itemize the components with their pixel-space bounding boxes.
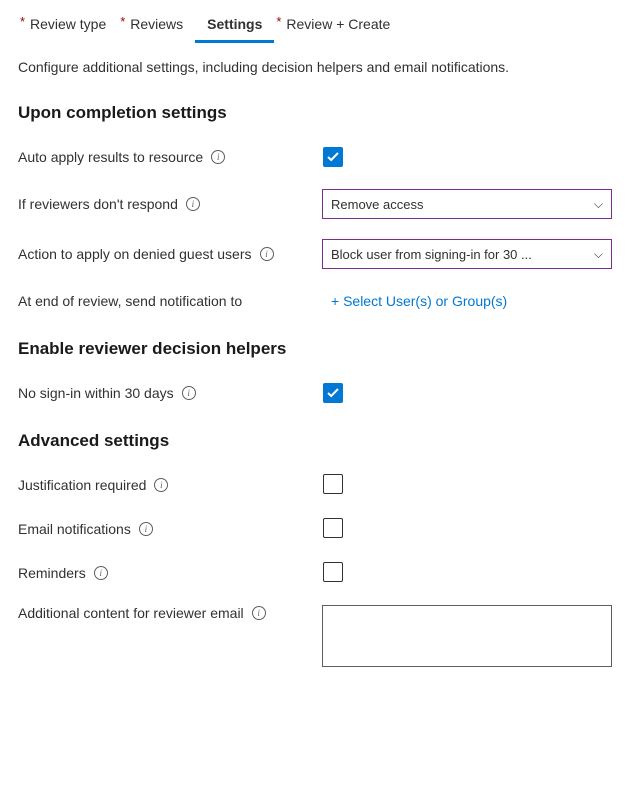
label-no-respond: If reviewers don't respond <box>18 196 178 212</box>
required-asterisk: * <box>120 14 125 29</box>
dropdown-value: Remove access <box>331 197 423 212</box>
tab-review-type[interactable]: * Review type <box>18 10 118 43</box>
info-icon[interactable]: i <box>182 386 196 400</box>
checkbox-no-signin[interactable] <box>323 383 343 403</box>
tab-label: Review type <box>30 16 106 32</box>
tab-review-create[interactable]: * Review + Create <box>274 10 402 43</box>
info-icon[interactable]: i <box>186 197 200 211</box>
chevron-down-icon: ⌵ <box>594 197 603 212</box>
tab-settings[interactable]: Settings <box>195 10 274 43</box>
info-icon[interactable]: i <box>94 566 108 580</box>
tab-label: Settings <box>207 16 262 32</box>
label-end-notify: At end of review, send notification to <box>18 293 242 309</box>
section-helpers-title: Enable reviewer decision helpers <box>18 339 612 359</box>
info-icon[interactable]: i <box>139 522 153 536</box>
label-additional-content: Additional content for reviewer email <box>18 605 244 621</box>
checkbox-justification[interactable] <box>323 474 343 494</box>
intro-text: Configure additional settings, including… <box>18 59 612 75</box>
checkbox-auto-apply[interactable] <box>323 147 343 167</box>
section-advanced-title: Advanced settings <box>18 431 612 451</box>
label-no-signin: No sign-in within 30 days <box>18 385 174 401</box>
tab-bar: * Review type * Reviews Settings * Revie… <box>18 10 612 43</box>
info-icon[interactable]: i <box>211 150 225 164</box>
chevron-down-icon: ⌵ <box>594 247 603 262</box>
info-icon[interactable]: i <box>252 606 266 620</box>
label-email-notif: Email notifications <box>18 521 131 537</box>
label-justification: Justification required <box>18 477 146 493</box>
select-users-link[interactable]: + Select User(s) or Group(s) <box>323 293 507 309</box>
checkbox-reminders[interactable] <box>323 562 343 582</box>
info-icon[interactable]: i <box>154 478 168 492</box>
info-icon[interactable]: i <box>260 247 274 261</box>
tab-label: Reviews <box>130 16 183 32</box>
required-asterisk: * <box>20 14 25 29</box>
tab-reviews[interactable]: * Reviews <box>118 10 195 43</box>
label-reminders: Reminders <box>18 565 86 581</box>
required-asterisk: * <box>276 14 281 29</box>
section-completion-title: Upon completion settings <box>18 103 612 123</box>
dropdown-no-respond[interactable]: Remove access ⌵ <box>322 189 612 219</box>
checkbox-email-notif[interactable] <box>323 518 343 538</box>
tab-label: Review + Create <box>286 16 390 32</box>
dropdown-denied-guest[interactable]: Block user from signing-in for 30 ... ⌵ <box>322 239 612 269</box>
label-auto-apply: Auto apply results to resource <box>18 149 203 165</box>
label-denied-guest: Action to apply on denied guest users <box>18 246 252 262</box>
dropdown-value: Block user from signing-in for 30 ... <box>331 247 532 262</box>
textarea-additional-content[interactable] <box>322 605 612 667</box>
